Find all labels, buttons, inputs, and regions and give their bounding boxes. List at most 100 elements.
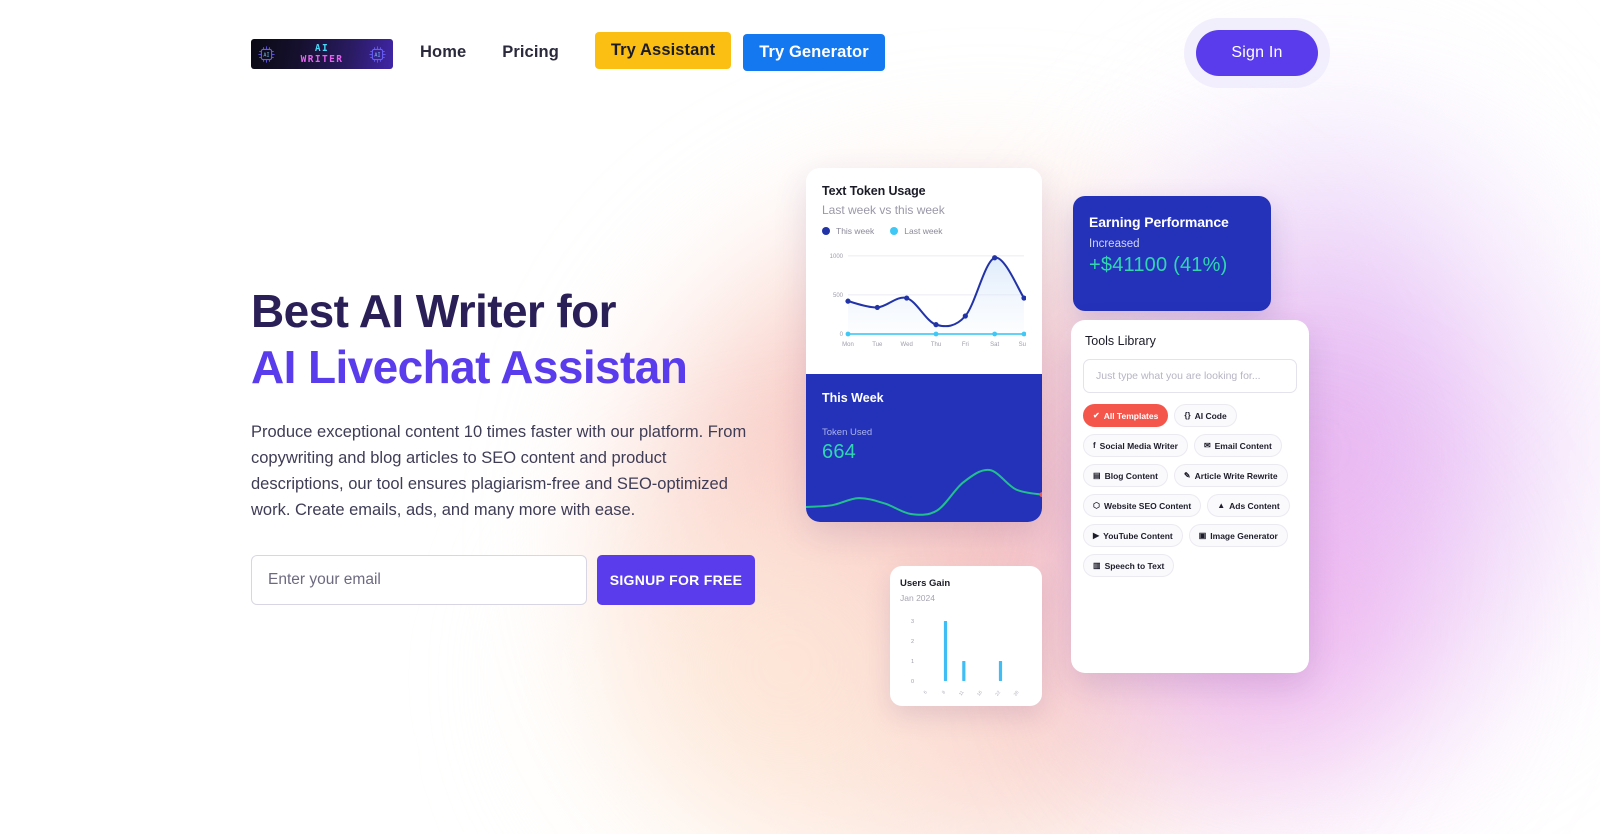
svg-text:1000: 1000 (830, 254, 844, 260)
tool-tag-social-media-writer[interactable]: f Social Media Writer (1083, 434, 1188, 457)
svg-text:3: 3 (911, 619, 914, 625)
tool-tag-label: YouTube Content (1103, 530, 1173, 541)
svg-text:8: 8 (941, 689, 947, 694)
users-gain-subtitle: Jan 2024 (900, 593, 935, 603)
tool-tag-youtube-content[interactable]: ▶ YouTube Content (1083, 524, 1183, 547)
tool-tag-label: All Templates (1103, 410, 1159, 421)
try-generator-button[interactable]: Try Generator (743, 34, 885, 71)
this-week-title: This Week (822, 391, 884, 405)
chart-legend: This week Last week (822, 226, 1026, 236)
token-usage-subtitle: Last week vs this week (822, 203, 945, 217)
svg-text:6: 6 (922, 689, 928, 694)
image-icon: ▣ (1198, 530, 1207, 540)
svg-text:Sun: Sun (1019, 342, 1026, 348)
tool-tag-label: Article Write Rewrite (1194, 470, 1278, 481)
legend-item-last-week: Last week (890, 226, 943, 236)
earning-performance-card: Earning Performance Increased +$41100 (4… (1073, 196, 1271, 311)
try-assistant-button[interactable]: Try Assistant (594, 32, 732, 69)
svg-text:500: 500 (833, 293, 844, 299)
tools-tag-list: ✔ All Templates{} AI Code f Social Media Wri… (1083, 404, 1299, 577)
tag-icon: ⬡ (1093, 500, 1100, 510)
token-usage-title: Text Token Usage (822, 184, 926, 198)
tool-tag-email-content[interactable]: ✉ Email Content (1193, 434, 1282, 457)
legend-dot-icon (890, 227, 899, 235)
landing-page: AI AI WRITER AI Home Pricing Try Assista… (0, 0, 1600, 834)
tool-tag-label: Email Content (1214, 440, 1272, 451)
chip-icon: AI (258, 46, 275, 63)
logo-wordmark: AI WRITER (301, 43, 344, 65)
check-circle-icon: ✔ (1093, 410, 1100, 420)
tool-tag-website-seo-content[interactable]: ⬡ Website SEO Content (1083, 494, 1202, 517)
tool-tag-label: Ads Content (1229, 500, 1280, 511)
tool-tag-label: Image Generator (1210, 530, 1278, 541)
tool-tag-label: Blog Content (1104, 470, 1158, 481)
svg-text:26: 26 (1013, 689, 1020, 696)
legend-label: Last week (904, 226, 943, 236)
token-used-label: Token Used (822, 427, 873, 438)
legend-label: This week (836, 226, 875, 236)
tool-tag-all-templates[interactable]: ✔ All Templates (1083, 404, 1169, 427)
tool-tag-blog-content[interactable]: ▤ Blog Content (1083, 464, 1168, 487)
svg-text:0: 0 (840, 332, 844, 338)
tool-tag-ads-content[interactable]: ▲ Ads Content (1207, 494, 1290, 517)
logo-line-1: AI (314, 43, 330, 54)
earning-title: Earning Performance (1089, 214, 1229, 230)
email-field[interactable] (251, 555, 587, 605)
earning-value: +$41100 (41%) (1089, 254, 1228, 276)
tool-tag-label: AI Code (1194, 410, 1227, 421)
svg-text:Sat: Sat (990, 342, 999, 348)
mail-icon: ✉ (1203, 440, 1211, 450)
code-braces-icon: {} (1184, 410, 1191, 420)
nav-link-home[interactable]: Home (420, 37, 466, 68)
tools-search-input[interactable] (1083, 359, 1297, 393)
svg-text:Fri: Fri (962, 342, 969, 348)
signup-button[interactable]: SIGNUP FOR FREE (597, 555, 755, 605)
svg-text:Thu: Thu (931, 342, 941, 348)
svg-text:AI: AI (374, 53, 380, 59)
this-week-panel: This Week Token Used 664 (806, 374, 1042, 522)
site-header: AI AI WRITER AI Home Pricing Try Assista… (0, 0, 1600, 108)
text-token-usage-card: Text Token Usage Last week vs this week … (806, 168, 1042, 522)
hero-title-line-1: Best AI Writer for (251, 285, 617, 337)
svg-text:Mon: Mon (842, 342, 854, 348)
tools-library-title: Tools Library (1085, 334, 1156, 348)
nav-link-pricing[interactable]: Pricing (502, 37, 559, 68)
this-week-sparkline (806, 468, 1042, 516)
microphone-icon: ▥ (1093, 560, 1101, 570)
svg-text:11: 11 (958, 689, 965, 696)
signup-form: SIGNUP FOR FREE (251, 555, 771, 605)
svg-text:0: 0 (911, 679, 914, 685)
svg-text:22: 22 (994, 689, 1001, 696)
hero-description: Produce exceptional content 10 times fas… (251, 423, 747, 519)
document-icon: ▤ (1093, 470, 1101, 480)
svg-text:Wed: Wed (901, 342, 913, 348)
tool-tag-article-write-rewrite[interactable]: ✎ Article Write Rewrite (1173, 464, 1288, 487)
youtube-icon: ▶ (1093, 530, 1100, 540)
page-title: Best AI Writer for AI Livechat Assistan (251, 283, 771, 395)
megaphone-icon: ▲ (1217, 500, 1226, 510)
svg-text:Tue: Tue (872, 342, 883, 348)
hero-section: Best AI Writer for AI Livechat Assistan … (251, 283, 771, 605)
tools-library-card: Tools Library ✔All Templates{}AI CodefSo… (1071, 320, 1309, 673)
signin-button[interactable]: Sign In (1196, 30, 1318, 76)
earning-subtitle: Increased (1089, 238, 1140, 250)
users-gain-bar-chart: 0 1 2 3 6 8 11 16 22 26 (911, 619, 1020, 697)
legend-item-this-week: This week (822, 226, 874, 236)
tool-tag-label: Website SEO Content (1103, 500, 1192, 511)
tool-tag-ai-code[interactable]: {} AI Code (1174, 404, 1237, 427)
site-logo[interactable]: AI AI WRITER AI (251, 39, 393, 69)
pencil-square-icon: ✎ (1183, 470, 1191, 480)
tool-tag-speech-to-text[interactable]: ▥ Speech to Text (1083, 554, 1175, 577)
svg-text:AI: AI (263, 53, 269, 59)
signin-button-halo: Sign In (1184, 18, 1330, 88)
tool-tag-label: Social Media Writer (1099, 440, 1178, 451)
legend-dot-icon (822, 227, 830, 235)
token-usage-panel: Text Token Usage Last week vs this week … (806, 168, 1042, 374)
facebook-icon: f (1093, 440, 1096, 450)
users-gain-title: Users Gain (900, 578, 951, 589)
hero-title-line-2: AI Livechat Assistan (251, 341, 688, 393)
chip-icon: AI (369, 46, 386, 63)
tool-tag-image-generator[interactable]: ▣ Image Generator (1188, 524, 1288, 547)
logo-line-2: WRITER (300, 54, 344, 65)
main-navigation: Home Pricing Try Assistant Try Generator (420, 32, 885, 71)
